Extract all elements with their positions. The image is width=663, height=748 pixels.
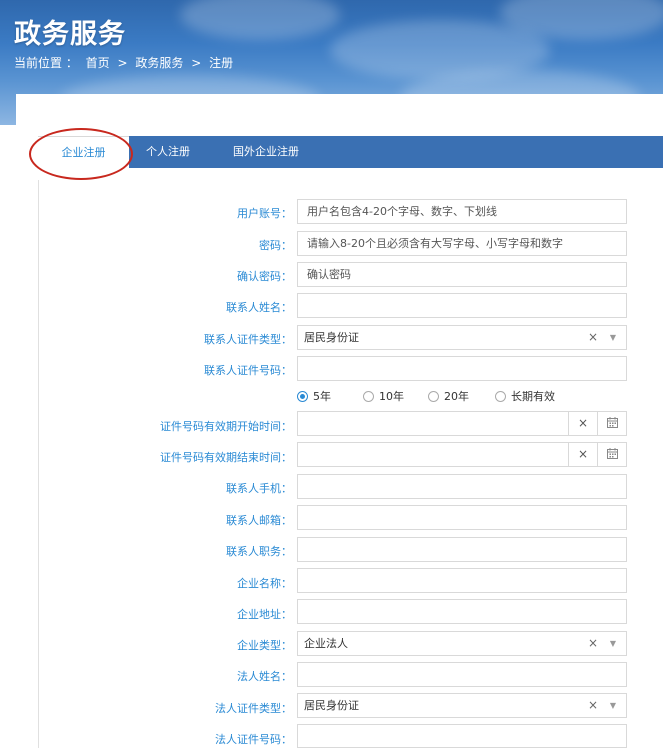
legal-id-type-select[interactable]: 居民身份证 × ▼ [297, 693, 627, 718]
contact-id-number-label: 联系人证件号码： [204, 364, 292, 377]
username-field[interactable]: 用户名包含4-20个字母、数字、下划线 [297, 199, 627, 224]
id-end-date-field[interactable]: × [297, 442, 627, 467]
chevron-down-icon[interactable]: ▼ [610, 632, 616, 655]
tab-enterprise-registration[interactable]: 企业注册 [38, 136, 129, 168]
clear-icon[interactable]: × [588, 694, 598, 717]
contact-name-field[interactable] [297, 293, 627, 318]
contact-id-type-label: 联系人证件类型： [204, 333, 292, 346]
breadcrumb-separator: > [117, 56, 128, 70]
contact-position-field[interactable] [297, 537, 627, 562]
radio-label: 10年 [379, 390, 404, 403]
radio-label: 长期有效 [511, 390, 555, 403]
radio-selected-icon [297, 391, 308, 402]
chevron-down-icon[interactable]: ▼ [610, 694, 616, 717]
contact-email-field[interactable] [297, 505, 627, 530]
contact-email-label: 联系人邮箱： [226, 514, 292, 527]
password-label: 密码： [259, 239, 292, 252]
breadcrumb-home-link[interactable]: 首页 [86, 56, 110, 70]
password-placeholder: 请输入8-20个且必须含有大写字母、小写字母和数字 [307, 237, 563, 250]
tab-personal-registration[interactable]: 个人注册 [146, 136, 190, 168]
breadcrumb-label: 当前位置 ： [14, 56, 78, 70]
company-address-label: 企业地址： [237, 608, 292, 621]
clear-icon[interactable]: × [588, 632, 598, 655]
tab-label: 国外企业注册 [233, 145, 299, 158]
calendar-icon[interactable] [597, 443, 626, 466]
contact-position-label: 联系人职务： [226, 545, 292, 558]
calendar-icon[interactable] [597, 412, 626, 435]
form-divider [38, 180, 39, 748]
tab-label: 个人注册 [146, 145, 190, 158]
confirm-password-placeholder: 确认密码 [307, 268, 351, 281]
company-name-label: 企业名称： [237, 577, 292, 590]
clear-icon[interactable]: × [588, 326, 598, 349]
company-address-field[interactable] [297, 599, 627, 624]
legal-name-label: 法人姓名： [237, 670, 292, 683]
tab-bar: 企业注册 个人注册 国外企业注册 [38, 136, 663, 168]
clear-icon[interactable]: × [568, 443, 597, 466]
company-name-field[interactable] [297, 568, 627, 593]
username-label: 用户账号： [237, 207, 292, 220]
id-start-date-field[interactable]: × [297, 411, 627, 436]
radio-icon [363, 391, 374, 402]
company-type-select[interactable]: 企业法人 × ▼ [297, 631, 627, 656]
contact-id-type-value: 居民身份证 [304, 331, 359, 344]
contact-id-number-field[interactable] [297, 356, 627, 381]
validity-option-10y[interactable]: 10年 [363, 388, 404, 404]
contact-id-type-select[interactable]: 居民身份证 × ▼ [297, 325, 627, 350]
tab-label: 企业注册 [61, 146, 106, 159]
validity-option-20y[interactable]: 20年 [428, 388, 469, 404]
contact-mobile-field[interactable] [297, 474, 627, 499]
radio-icon [495, 391, 506, 402]
breadcrumb-gov-services-link[interactable]: 政务服务 [135, 56, 183, 70]
username-placeholder: 用户名包含4-20个字母、数字、下划线 [307, 205, 497, 218]
confirm-password-field[interactable]: 确认密码 [297, 262, 627, 287]
radio-label: 20年 [444, 390, 469, 403]
breadcrumb: 当前位置 ： 首页 > 政务服务 > 注册 [14, 54, 237, 71]
company-type-label: 企业类型： [237, 639, 292, 652]
legal-id-number-label: 法人证件号码： [215, 733, 292, 746]
id-start-date-label: 证件号码有效期开始时间： [160, 420, 292, 433]
validity-option-5y[interactable]: 5年 [297, 388, 331, 404]
contact-name-label: 联系人姓名： [226, 301, 292, 314]
chevron-down-icon[interactable]: ▼ [610, 326, 616, 349]
breadcrumb-separator: > [191, 56, 202, 70]
radio-icon [428, 391, 439, 402]
confirm-password-label: 确认密码： [237, 270, 292, 283]
clear-icon[interactable]: × [568, 412, 597, 435]
company-type-value: 企业法人 [304, 637, 348, 650]
page-title: 政务服务 [14, 19, 126, 50]
contact-mobile-label: 联系人手机： [226, 482, 292, 495]
validity-option-permanent[interactable]: 长期有效 [495, 388, 555, 404]
radio-label: 5年 [313, 390, 331, 403]
tab-foreign-enterprise-registration[interactable]: 国外企业注册 [233, 136, 299, 168]
breadcrumb-current: 注册 [209, 56, 234, 70]
id-end-date-label: 证件号码有效期结束时间： [160, 451, 292, 464]
password-field[interactable]: 请输入8-20个且必须含有大写字母、小写字母和数字 [297, 231, 627, 256]
legal-id-number-field[interactable] [297, 724, 627, 748]
legal-id-type-value: 居民身份证 [304, 699, 359, 712]
legal-name-field[interactable] [297, 662, 627, 687]
legal-id-type-label: 法人证件类型： [215, 702, 292, 715]
